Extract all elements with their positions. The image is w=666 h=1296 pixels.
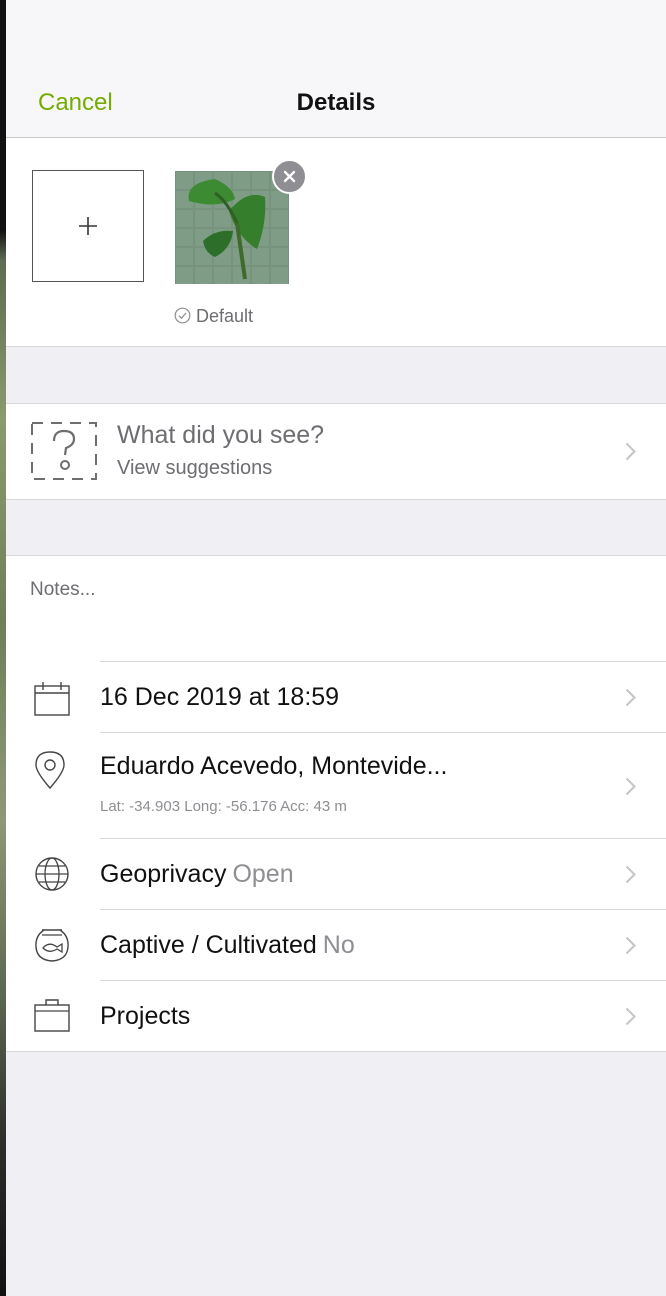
chevron-right-icon	[625, 1007, 636, 1026]
navigation-bar: Cancel Details	[6, 75, 666, 138]
chevron-right-icon	[625, 442, 636, 461]
photo-thumbnail[interactable]	[175, 171, 289, 284]
default-text: Default	[196, 306, 254, 326]
details-sheet: Cancel Details Default What did you see?…	[6, 0, 666, 1296]
plant-photo	[175, 171, 289, 284]
captive-label: Captive / Cultivated No	[100, 931, 355, 960]
plus-icon	[79, 217, 97, 235]
question-box-icon	[31, 422, 97, 480]
date-row[interactable]: 16 Dec 2019 at 18:59	[6, 661, 666, 732]
captive-value: No	[322, 931, 355, 959]
view-suggestions-label: View suggestions	[117, 457, 273, 479]
close-icon	[283, 170, 296, 183]
remove-photo-button[interactable]	[272, 159, 307, 194]
photo-section: Default	[6, 138, 666, 347]
location-label: Eduardo Acevedo, Montevide...	[100, 752, 448, 780]
projects-label: Projects	[100, 1002, 191, 1030]
location-pin-icon	[35, 751, 65, 790]
fishbowl-icon	[35, 929, 69, 962]
chevron-right-icon	[625, 688, 636, 707]
geoprivacy-label: Geoprivacy Open	[100, 860, 294, 889]
page-title: Details	[296, 89, 376, 116]
chevron-right-icon	[625, 865, 636, 884]
identify-row[interactable]: What did you see? View suggestions	[6, 403, 666, 500]
notes-field[interactable]: Notes...	[30, 579, 95, 601]
details-section: Notes... 16 Dec 2019 at 18:59 Eduardo Ac…	[6, 555, 666, 1052]
row-divider	[100, 838, 666, 839]
geoprivacy-value: Open	[232, 860, 294, 888]
location-coordinates: Lat: -34.903 Long: -56.176 Acc: 43 m	[100, 798, 347, 815]
globe-icon	[35, 857, 69, 891]
chevron-right-icon	[625, 777, 636, 796]
default-photo-label[interactable]: Default	[174, 306, 253, 327]
captive-row[interactable]: Captive / Cultivated No	[6, 909, 666, 980]
location-row[interactable]: Eduardo Acevedo, Montevide... Lat: -34.9…	[6, 732, 666, 838]
status-bar	[6, 0, 666, 75]
geoprivacy-title: Geoprivacy	[100, 860, 227, 888]
captive-title: Captive / Cultivated	[100, 931, 317, 959]
row-divider	[100, 980, 666, 981]
briefcase-icon	[34, 999, 70, 1032]
row-divider	[100, 661, 666, 662]
check-circle-icon	[174, 307, 191, 324]
row-divider	[100, 732, 666, 733]
projects-row[interactable]: Projects	[6, 980, 666, 1051]
identify-title: What did you see?	[117, 421, 325, 449]
calendar-icon	[34, 682, 70, 716]
add-photo-button[interactable]	[32, 170, 144, 282]
chevron-right-icon	[625, 936, 636, 955]
row-divider	[100, 909, 666, 910]
geoprivacy-row[interactable]: Geoprivacy Open	[6, 838, 666, 909]
date-label: 16 Dec 2019 at 18:59	[100, 683, 340, 711]
